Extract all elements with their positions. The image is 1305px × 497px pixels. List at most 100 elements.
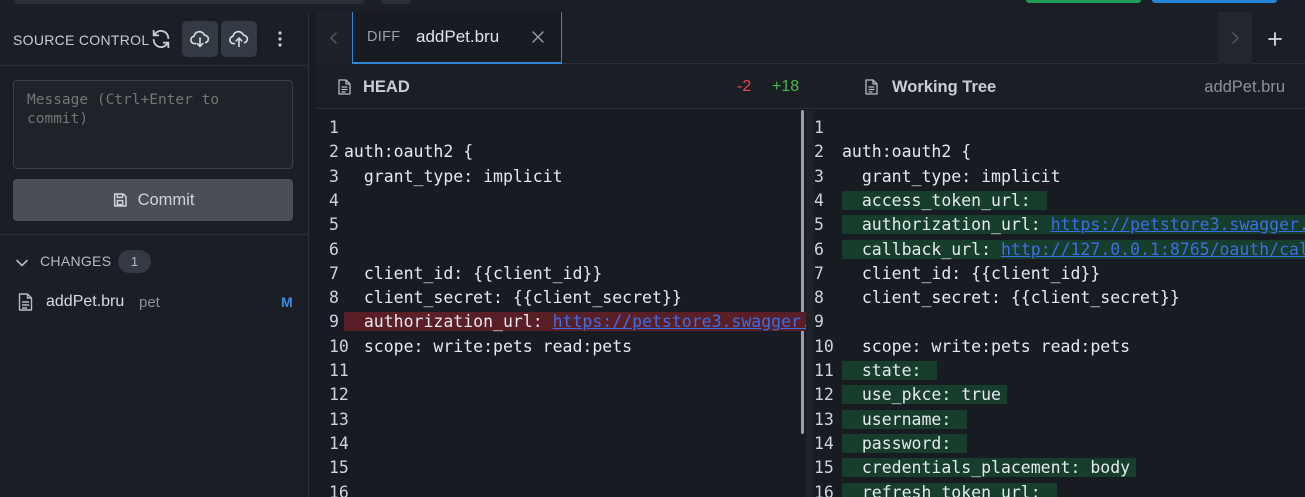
file-icon (865, 79, 878, 95)
line-number: 9 (814, 312, 824, 332)
left-code-line: 14 (316, 432, 806, 456)
code-content: client_secret: {{client_secret}} (344, 288, 682, 308)
source-control-title: SOURCE CONTROL (13, 32, 150, 48)
code-text: scope: write:pets read:pets (344, 335, 638, 359)
diff-editor-area: DIFF addPet.bru HEAD -2 +18 Working Tree… (316, 12, 1305, 497)
more-vertical-icon[interactable] (270, 28, 290, 50)
line-number: 7 (814, 263, 824, 283)
code-content: client_id: {{client_id}} (344, 263, 603, 283)
code-text: username: (842, 408, 968, 432)
code-text: credentials_placement: body (842, 456, 1137, 480)
diff-right-title: Working Tree (892, 78, 997, 96)
left-code-line: 12 (316, 383, 806, 407)
file-icon (18, 293, 33, 311)
plus-icon (1268, 32, 1282, 46)
code-text: authorization_url: https://petstore3.swa… (842, 213, 1305, 237)
code-content: username: (842, 409, 962, 429)
commit-button-label: Commit (137, 190, 195, 209)
line-number: 6 (814, 239, 824, 259)
diff-left-pane[interactable]: 1 2 auth:oauth2 {3 grant_type: implicit 4 5 6… (316, 110, 806, 497)
diff-right-file: addPet.bru (1204, 78, 1285, 96)
left-code-line: 16 (316, 481, 806, 497)
right-code-line: 6 callback_url: http://127.0.0.1:8765/oa… (814, 238, 1305, 262)
removed-count: -2 (737, 78, 752, 95)
code-content: authorization_url: (344, 312, 553, 332)
left-code-line: 7 client_id: {{client_id}} (316, 262, 806, 286)
right-code-line: 4 access_token_url: (814, 189, 1305, 213)
line-number: 3 (814, 166, 824, 186)
code-content: client_secret: {{client_secret}} (842, 288, 1180, 308)
line-number: 11 (814, 361, 834, 380)
right-code-line: 2 auth:oauth2 { (814, 140, 1305, 164)
code-content: credentials_placement: body (842, 458, 1131, 478)
line-number: 14 (814, 433, 834, 453)
left-code-line: 6 (316, 238, 806, 262)
top-toolbar-button[interactable] (381, 0, 411, 4)
right-code-line: 10 scope: write:pets read:pets (814, 335, 1305, 359)
code-content: refresh_token_url: (842, 482, 1051, 497)
right-code-line: 13 username: (814, 408, 1305, 432)
code-text: password: (842, 432, 968, 456)
code-text: use_pkce: true (842, 383, 1007, 407)
close-icon[interactable] (531, 30, 545, 44)
source-control-header: SOURCE CONTROL (0, 12, 309, 66)
right-code-line: 11 state: (814, 359, 1305, 383)
changes-label: CHANGES (40, 253, 112, 269)
top-green-button[interactable] (1026, 0, 1141, 3)
file-icon (338, 79, 351, 95)
added-count: +18 (772, 78, 800, 95)
add-tab-button[interactable] (1260, 24, 1290, 54)
chevron-down-icon (15, 256, 29, 270)
code-url-link[interactable]: https://petstore3.swagger.io/oauth/autho… (1051, 215, 1305, 234)
code-url-link[interactable]: http://127.0.0.1:8765/oauth/callback (1001, 240, 1305, 259)
tab-prefix: DIFF (367, 29, 401, 45)
code-content: state: (842, 361, 932, 380)
left-code-line: 15 (316, 456, 806, 480)
code-text: auth:oauth2 { (344, 140, 479, 164)
code-text: callback_url: http://127.0.0.1:8765/oaut… (842, 238, 1305, 262)
changed-file-item[interactable]: addPet.bru pet M (0, 290, 309, 316)
top-search-bar[interactable] (14, 0, 364, 4)
tab-scroll-right-button[interactable] (1218, 12, 1252, 64)
changed-file-status: M (281, 294, 293, 310)
right-code-line: 15 credentials_placement: body (814, 456, 1305, 480)
diff-pane-separator[interactable] (806, 110, 814, 497)
pull-button[interactable] (182, 21, 218, 57)
line-number: 15 (814, 458, 834, 478)
commit-button[interactable]: Commit (13, 179, 293, 221)
right-code-line: 7 client_id: {{client_id}} (814, 262, 1305, 286)
code-content: auth:oauth2 { (344, 142, 474, 162)
code-content: scope: write:pets read:pets (344, 336, 633, 356)
left-code-line: 10 scope: write:pets read:pets (316, 335, 806, 359)
code-content: client_id: {{client_id}} (842, 263, 1101, 283)
source-control-sidebar: SOURCE CONTROL Commit (0, 12, 309, 497)
code-text: auth:oauth2 { (842, 140, 977, 164)
commit-message-input[interactable] (13, 80, 293, 169)
code-content: password: (842, 433, 962, 453)
tab-label: addPet.bru (416, 27, 500, 46)
code-text: client_secret: {{client_secret}} (344, 286, 688, 310)
diff-right-pane[interactable]: 1 2 auth:oauth2 {3 grant_type: implicit 4 a… (814, 110, 1305, 497)
push-button[interactable] (221, 21, 257, 57)
save-icon (113, 193, 127, 207)
code-text: refresh_token_url: (842, 481, 1057, 497)
code-content: callback_url: (842, 239, 1001, 259)
left-code-line: 8 client_secret: {{client_secret}} (316, 286, 806, 310)
refresh-icon[interactable] (150, 28, 172, 50)
top-blue-button[interactable] (1152, 0, 1277, 3)
code-content: grant_type: implicit (842, 166, 1061, 186)
code-text: access_token_url: (842, 189, 1047, 213)
right-code-line: 3 grant_type: implicit (814, 165, 1305, 189)
code-url-link[interactable]: https://petstore3.swagger.io/oauth/autho… (553, 312, 806, 331)
diff-left-title: HEAD (363, 78, 410, 96)
tab-scroll-left-button[interactable] (316, 12, 352, 64)
changes-section-header[interactable]: CHANGES 1 (0, 249, 309, 277)
tab-diff-addpet[interactable]: DIFF addPet.bru (352, 12, 562, 64)
